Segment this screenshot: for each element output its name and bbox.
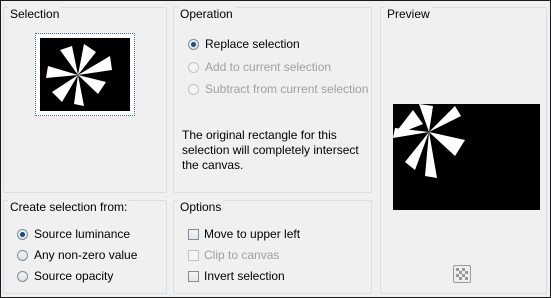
source-luminance-radio[interactable]: Source luminance (17, 226, 130, 242)
move-upper-left-checkbox[interactable]: Move to upper left (188, 226, 300, 242)
checkbox-icon (188, 270, 199, 282)
operation-group-title: Operation (178, 7, 235, 21)
options-group-title: Options (178, 200, 224, 214)
preview-group-title: Preview (385, 7, 432, 21)
selection-group-title: Selection (8, 7, 62, 21)
subtract-selection-radio: Subtract from current selection (188, 81, 368, 97)
radio-disabled-icon (188, 61, 199, 73)
any-nonzero-radio[interactable]: Any non-zero value (17, 247, 137, 263)
clip-to-canvas-checkbox: Clip to canvas (188, 247, 279, 263)
source-opacity-label: Source opacity (34, 269, 114, 283)
replace-selection-radio[interactable]: Replace selection (188, 36, 300, 52)
operation-info-text: The original rectangle for this selectio… (182, 128, 359, 172)
star-shape-image (46, 44, 112, 106)
radio-checked-icon (17, 228, 28, 240)
create-selection-group-title: Create selection from: (8, 200, 130, 214)
checkbox-icon (188, 228, 199, 240)
preview-canvas (393, 104, 540, 210)
radio-checked-icon (188, 38, 199, 50)
replace-selection-label: Replace selection (205, 37, 300, 51)
preview-image (393, 104, 465, 178)
move-upper-left-label: Move to upper left (204, 227, 301, 241)
add-selection-label: Add to current selection (205, 60, 332, 74)
radio-disabled-icon (188, 83, 199, 95)
any-nonzero-label: Any non-zero value (34, 248, 138, 262)
source-opacity-radio[interactable]: Source opacity (17, 268, 113, 284)
selection-thumbnail[interactable] (35, 33, 135, 116)
checkbox-disabled-icon (188, 249, 199, 261)
radio-unchecked-icon (17, 249, 28, 261)
checkerboard-icon[interactable] (453, 265, 471, 283)
invert-selection-label: Invert selection (204, 269, 285, 283)
selection-thumbnail-image (40, 38, 130, 111)
checkerboard-icon-graphic (456, 268, 468, 280)
source-luminance-label: Source luminance (34, 227, 131, 241)
radio-unchecked-icon (17, 270, 28, 282)
invert-selection-checkbox[interactable]: Invert selection (188, 268, 285, 284)
add-selection-radio: Add to current selection (188, 59, 331, 75)
clip-to-canvas-label: Clip to canvas (204, 248, 280, 262)
subtract-selection-label: Subtract from current selection (205, 82, 369, 96)
